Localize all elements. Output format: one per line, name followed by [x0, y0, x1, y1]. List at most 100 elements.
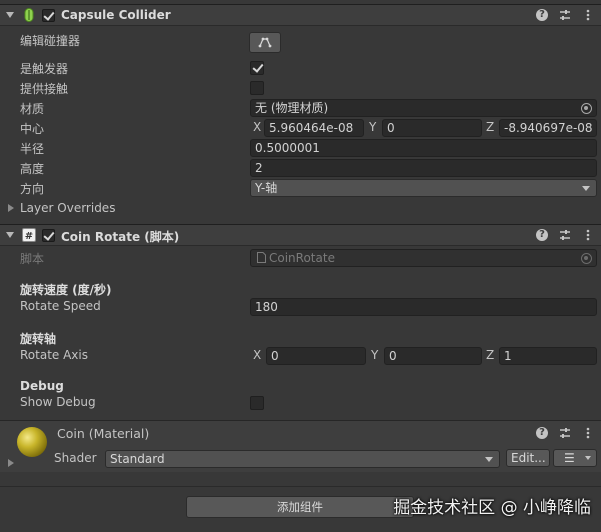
axis-z-field[interactable]: 1: [499, 347, 597, 365]
layer-overrides-row[interactable]: Layer Overrides: [0, 199, 601, 219]
script-field: CoinRotate: [250, 249, 597, 267]
center-label: 中心: [20, 122, 45, 136]
material-header-icons: ?: [535, 426, 595, 440]
direction-row: 方向 Y-轴: [0, 178, 601, 198]
edit-collider-button[interactable]: [249, 32, 281, 53]
material-field[interactable]: 无 (物理材质): [250, 99, 597, 117]
coin-rotate-header[interactable]: # Coin Rotate (脚本) ?: [0, 224, 601, 246]
height-row: 高度 2: [0, 158, 601, 178]
script-row: 脚本 CoinRotate: [0, 248, 601, 268]
axis-z-label: Z: [486, 348, 495, 362]
edit-shader-button[interactable]: Edit...: [506, 449, 550, 467]
center-row: 中心 X 5.960464e-08 Y 0 Z -8.940697e-08: [0, 118, 601, 138]
debug-header: Debug: [20, 379, 64, 393]
script-hash-icon: #: [22, 228, 36, 242]
rotate-axis-label: Rotate Axis: [20, 348, 88, 362]
speed-header-row: 旋转速度 (度/秒): [0, 279, 601, 299]
is-trigger-checkbox[interactable]: [250, 61, 264, 75]
direction-label: 方向: [20, 182, 45, 196]
script-label: 脚本: [20, 252, 45, 266]
more-options-icon[interactable]: [581, 8, 595, 22]
header-icons: ?: [535, 228, 595, 242]
script-file-icon: [257, 252, 266, 263]
is-trigger-row: 是触发器: [0, 58, 601, 78]
center-y-field[interactable]: 0: [382, 119, 482, 137]
is-trigger-label: 是触发器: [20, 62, 69, 76]
layer-overrides-label[interactable]: Layer Overrides: [20, 201, 115, 215]
height-label: 高度: [20, 162, 45, 176]
axis-y-field[interactable]: 0: [384, 347, 482, 365]
axis-header: 旋转轴: [20, 332, 57, 346]
chevron-down-icon: [585, 456, 591, 460]
edit-collider-row: 编辑碰撞器: [0, 30, 601, 53]
capsule-collider-icon: [24, 8, 34, 22]
center-x-label: X: [253, 120, 262, 134]
speed-header: 旋转速度 (度/秒): [20, 283, 112, 297]
capsule-collider-header[interactable]: Capsule Collider ?: [0, 4, 601, 26]
rotate-speed-label: Rotate Speed: [20, 299, 101, 313]
rotate-axis-row: Rotate Axis X 0 Y 0 Z 1: [0, 346, 601, 366]
collapse-arrow-icon[interactable]: [6, 232, 14, 238]
coin-rotate-title: Coin Rotate (脚本): [61, 230, 180, 244]
radius-row: 半径 0.5000001: [0, 138, 601, 158]
show-debug-row: Show Debug: [0, 393, 601, 413]
radius-field[interactable]: 0.5000001: [250, 139, 597, 157]
axis-x-label: X: [253, 348, 262, 362]
height-field[interactable]: 2: [250, 159, 597, 177]
provides-contacts-row: 提供接触: [0, 78, 601, 98]
shader-list-button[interactable]: ☰: [553, 449, 597, 467]
help-icon[interactable]: ?: [535, 8, 549, 22]
show-debug-checkbox[interactable]: [250, 396, 264, 410]
material-value: 无 (物理材质): [255, 101, 329, 115]
capsule-collider-enabled-checkbox[interactable]: [42, 9, 55, 22]
show-debug-label: Show Debug: [20, 395, 96, 409]
edit-collider-label: 编辑碰撞器: [20, 34, 81, 48]
chevron-down-icon: [485, 457, 493, 462]
axis-x-field[interactable]: 0: [266, 347, 366, 365]
more-options-icon[interactable]: [581, 228, 595, 242]
expand-arrow-icon[interactable]: [8, 459, 14, 467]
provides-contacts-label: 提供接触: [20, 82, 69, 96]
shader-label: Shader: [54, 451, 97, 465]
axis-y-label: Y: [371, 348, 379, 362]
chevron-down-icon: [582, 186, 590, 191]
edit-collider-icon: [258, 37, 272, 48]
material-label: 材质: [20, 102, 45, 116]
more-options-icon[interactable]: [581, 426, 595, 440]
header-icons: ?: [535, 8, 595, 22]
rotate-speed-field[interactable]: 180: [250, 298, 597, 316]
object-picker-icon[interactable]: [581, 103, 592, 114]
center-z-field[interactable]: -8.940697e-08: [499, 119, 597, 137]
direction-dropdown[interactable]: Y-轴: [250, 179, 597, 197]
presets-icon[interactable]: [558, 426, 572, 440]
add-component-button[interactable]: 添加组件: [186, 496, 414, 518]
shader-value: Standard: [110, 452, 165, 466]
center-z-label: Z: [486, 120, 495, 134]
presets-icon[interactable]: [558, 8, 572, 22]
material-preview-sphere: [17, 427, 47, 457]
center-y-label: Y: [369, 120, 377, 134]
material-row: 材质 无 (物理材质): [0, 98, 601, 118]
material-section: Coin (Material) ? Shader Standard Edit..…: [0, 420, 601, 472]
watermark: 掘金技术社区 @ 小峥降临: [393, 498, 591, 518]
rotate-speed-row: Rotate Speed 180: [0, 297, 601, 317]
script-value: CoinRotate: [269, 251, 335, 265]
material-title: Coin (Material): [57, 426, 150, 441]
svg-text:#: #: [25, 231, 33, 242]
help-icon[interactable]: ?: [535, 426, 549, 440]
capsule-collider-title: Capsule Collider: [61, 8, 171, 22]
presets-icon[interactable]: [558, 228, 572, 242]
expand-arrow-icon[interactable]: [8, 204, 14, 212]
center-x-field[interactable]: 5.960464e-08: [264, 119, 364, 137]
object-picker-icon: [581, 253, 592, 264]
shader-dropdown[interactable]: Standard: [105, 450, 500, 468]
direction-value: Y-轴: [255, 181, 278, 195]
axis-header-row: 旋转轴: [0, 328, 601, 348]
collapse-arrow-icon[interactable]: [6, 12, 14, 18]
help-icon[interactable]: ?: [535, 228, 549, 242]
bottom-bar: 添加组件 掘金技术社区 @ 小峥降临: [0, 486, 601, 532]
list-icon: ☰: [564, 451, 575, 465]
provides-contacts-checkbox[interactable]: [250, 81, 264, 95]
coin-rotate-enabled-checkbox[interactable]: [42, 229, 55, 242]
radius-label: 半径: [20, 142, 45, 156]
